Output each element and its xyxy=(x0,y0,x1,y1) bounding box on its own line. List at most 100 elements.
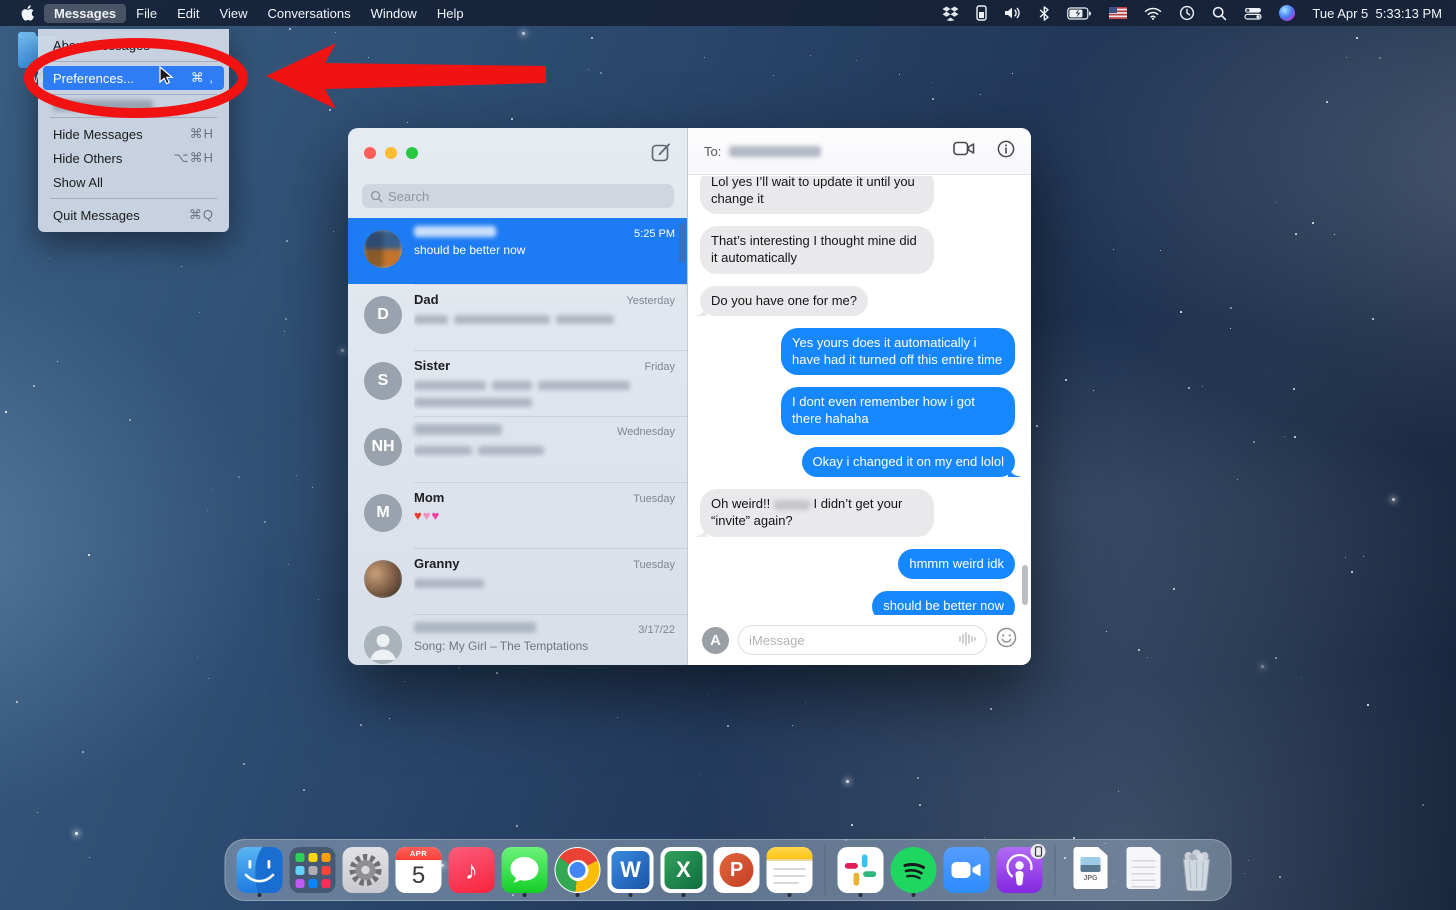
search-icon xyxy=(370,190,383,203)
volume-icon[interactable] xyxy=(1004,4,1022,22)
menubar-item-conversations[interactable]: Conversations xyxy=(257,4,360,23)
star xyxy=(1312,222,1314,224)
star xyxy=(617,717,618,718)
star xyxy=(792,725,793,726)
star xyxy=(33,385,35,387)
conversation-row[interactable]: NH Wednesday xyxy=(348,416,687,482)
dock-icon-jpg-file[interactable]: JPG xyxy=(1067,842,1115,898)
menu-item-hide-others[interactable]: Hide Others⌥⌘H xyxy=(43,146,224,170)
star xyxy=(211,489,212,490)
imessage-input[interactable]: iMessage xyxy=(738,625,987,655)
dock-icon-notes[interactable] xyxy=(766,842,814,898)
dock-icon-csv-file[interactable] xyxy=(1120,842,1168,898)
battery-charging-icon[interactable] xyxy=(1067,4,1092,22)
menubar-item-file[interactable]: File xyxy=(126,4,167,23)
incoming-message-bubble: Oh weird!! I didn’t get your “invite” ag… xyxy=(700,489,934,536)
video-call-icon[interactable] xyxy=(953,141,975,161)
dock-running-indicator xyxy=(576,893,580,897)
menu-item-hide-messages[interactable]: Hide Messages⌘H xyxy=(43,122,224,146)
menu-item-redacted[interactable] xyxy=(53,100,153,111)
star xyxy=(333,231,334,232)
conversation-avatar: M xyxy=(364,494,402,532)
dock-running-indicator xyxy=(859,893,863,897)
menu-item-show-all[interactable]: Show All xyxy=(43,170,224,194)
menubar-item-edit[interactable]: Edit xyxy=(167,4,209,23)
menu-item-label: About Messages xyxy=(53,38,150,53)
dock-icon-finder[interactable] xyxy=(236,842,284,898)
dock-icon-system-preferences[interactable] xyxy=(342,842,390,898)
device-battery-icon[interactable] xyxy=(976,4,987,22)
close-button[interactable] xyxy=(364,147,376,159)
time-machine-icon[interactable] xyxy=(1179,4,1195,22)
star xyxy=(1244,873,1245,874)
emoji-picker-icon[interactable] xyxy=(996,627,1017,653)
dock-icon-zoom[interactable] xyxy=(943,842,991,898)
star xyxy=(899,74,900,75)
siri-icon[interactable] xyxy=(1279,4,1295,22)
menu-item-label: Show All xyxy=(53,175,103,190)
spotlight-search-icon[interactable] xyxy=(1212,4,1227,22)
star xyxy=(335,32,336,33)
star xyxy=(1173,588,1175,590)
keyboard-flag-icon[interactable] xyxy=(1109,4,1127,22)
wifi-icon[interactable] xyxy=(1144,4,1162,22)
dock-icon-powerpoint[interactable]: P xyxy=(713,842,761,898)
dock-running-indicator xyxy=(912,893,916,897)
dock-running-indicator xyxy=(258,893,262,897)
dock-icon-launchpad[interactable] xyxy=(289,842,337,898)
conversation-time: 3/17/22 xyxy=(638,624,675,636)
star xyxy=(303,789,305,791)
conversation-row[interactable]: 5:25 PMshould be better now xyxy=(348,218,687,284)
star xyxy=(82,751,84,753)
star xyxy=(57,361,58,362)
message-composer: A iMessage xyxy=(688,615,1031,665)
menu-item-preferences[interactable]: Preferences...⌘ , xyxy=(43,66,224,90)
star xyxy=(458,667,460,669)
conversation-row[interactable]: M MomTuesday♥♥♥ xyxy=(348,482,687,548)
menu-item-quit-messages[interactable]: Quit Messages⌘Q xyxy=(43,203,224,227)
compose-icon[interactable] xyxy=(651,142,671,167)
conversation-preview-redacted xyxy=(414,441,654,458)
conversation-row[interactable]: GrannyTuesday xyxy=(348,548,687,614)
dock-icon-slack[interactable] xyxy=(837,842,885,898)
info-icon[interactable] xyxy=(997,140,1015,163)
menubar-item-view[interactable]: View xyxy=(210,4,258,23)
dock-icon-word[interactable]: W xyxy=(607,842,655,898)
menubar-item-messages[interactable]: Messages xyxy=(44,4,126,23)
audio-waveform-icon[interactable] xyxy=(958,632,976,649)
star xyxy=(1188,387,1190,389)
star xyxy=(1253,441,1255,443)
dock-icon-spotify[interactable] xyxy=(890,842,938,898)
imessage-apps-icon[interactable]: A xyxy=(702,627,729,654)
menu-item-about-messages[interactable]: About Messages xyxy=(43,33,224,57)
conversation-row[interactable]: D DadYesterday xyxy=(348,284,687,350)
star xyxy=(37,812,38,813)
bluetooth-icon[interactable] xyxy=(1039,4,1050,22)
sidebar-scrollbar[interactable] xyxy=(679,223,685,263)
search-input[interactable]: Search xyxy=(362,184,674,208)
dock-icon-music[interactable]: ♪ xyxy=(448,842,496,898)
conversation-name: Dad xyxy=(414,292,439,307)
menubar-item-help[interactable]: Help xyxy=(427,4,474,23)
window-titlebar[interactable] xyxy=(348,128,687,172)
menu-item-label: Preferences... xyxy=(53,71,134,86)
dock-running-indicator xyxy=(629,893,633,897)
dock-icon-podcasts[interactable] xyxy=(996,842,1044,898)
minimize-button[interactable] xyxy=(385,147,397,159)
dock-icon-calendar[interactable]: APR5 xyxy=(395,842,443,898)
menubar-item-window[interactable]: Window xyxy=(361,4,427,23)
dock-icon-excel[interactable]: X xyxy=(660,842,708,898)
star xyxy=(805,702,806,703)
chat-scrollbar[interactable] xyxy=(1022,565,1028,605)
zoom-button[interactable] xyxy=(406,147,418,159)
conversation-row[interactable]: 3/17/22Song: My Girl – The Temptations xyxy=(348,614,687,665)
dock-icon-messages[interactable] xyxy=(501,842,549,898)
dock-icon-chrome[interactable] xyxy=(554,842,602,898)
conversation-row[interactable]: S SisterFriday xyxy=(348,350,687,416)
control-center-icon[interactable] xyxy=(1244,4,1262,22)
apple-menu-icon[interactable] xyxy=(14,3,40,23)
dock-icon-trash[interactable] xyxy=(1173,842,1221,898)
dropbox-icon[interactable] xyxy=(942,4,959,22)
menu-item-label: Quit Messages xyxy=(53,208,140,223)
menu-item-shortcut: ⌘H xyxy=(190,126,214,142)
